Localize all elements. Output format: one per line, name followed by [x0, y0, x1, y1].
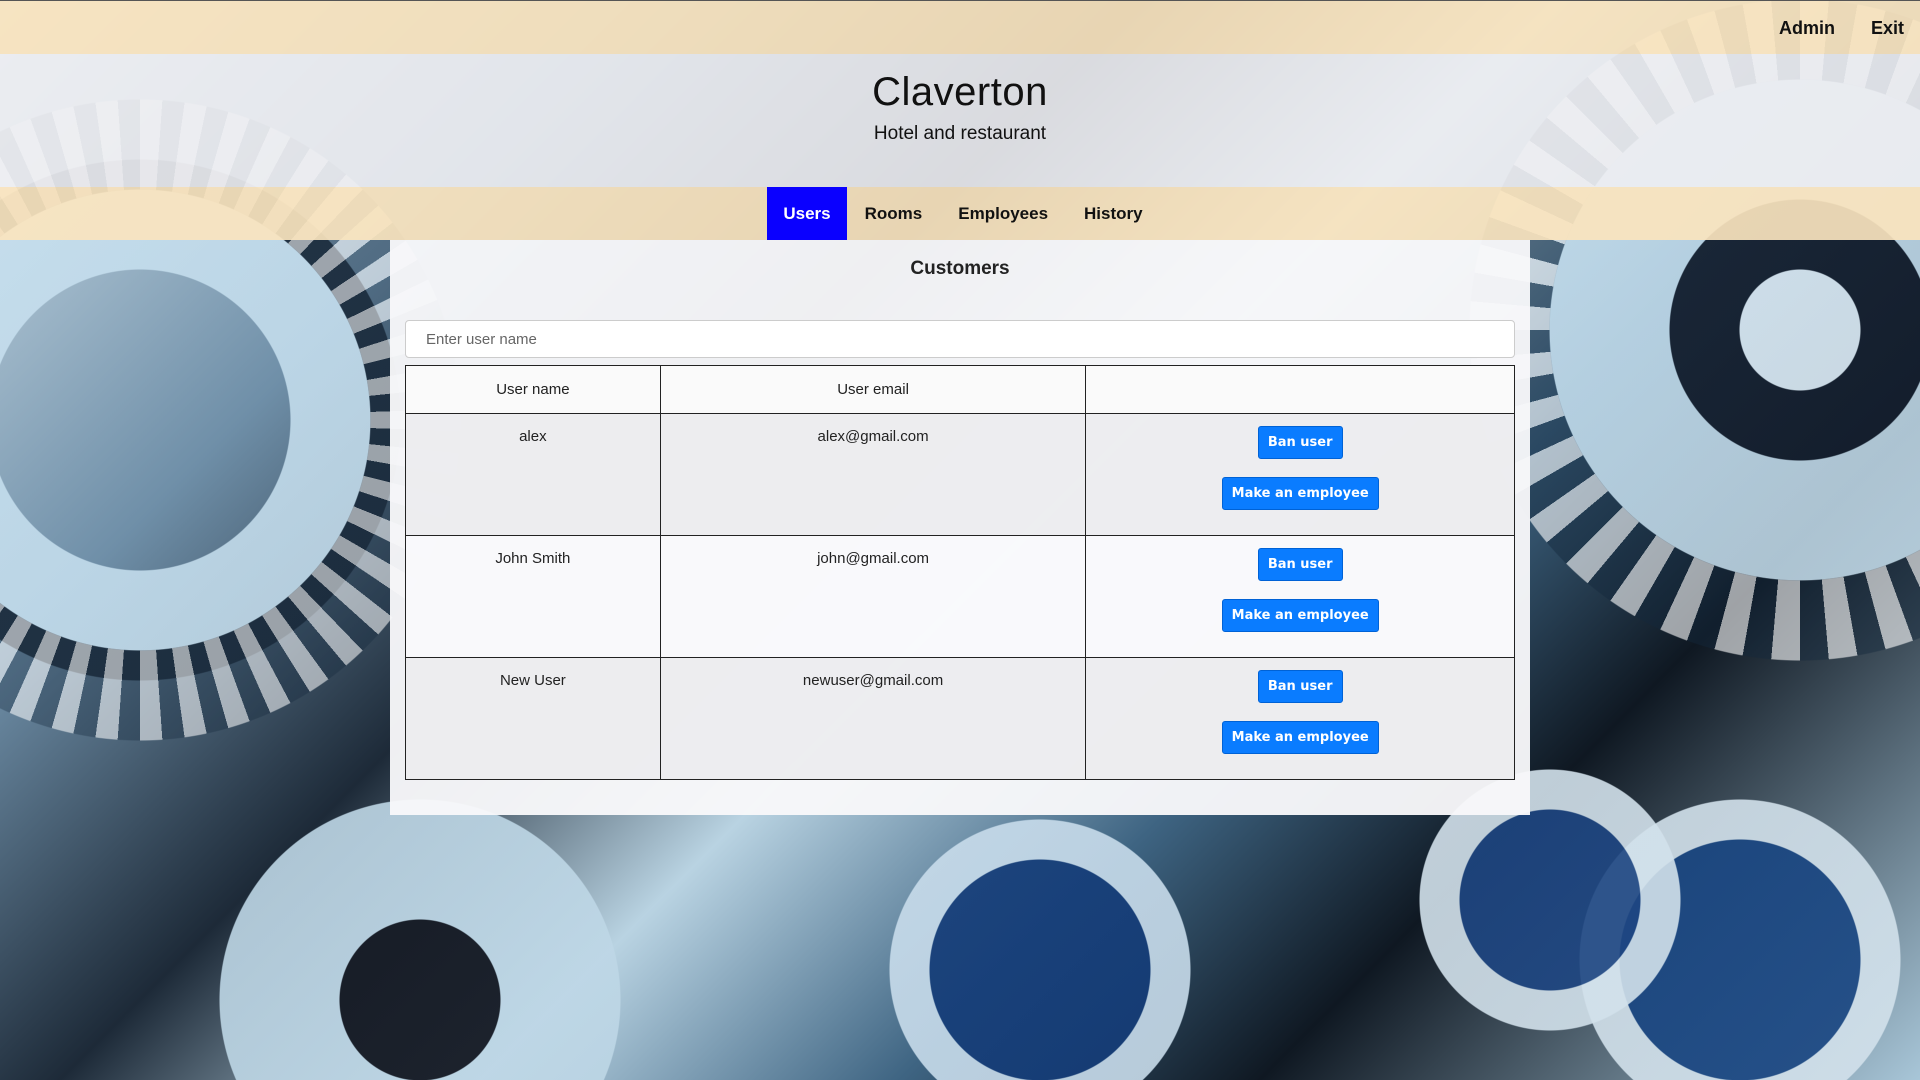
users-table: User name User email alex alex@gmail.com…: [405, 365, 1515, 780]
panel-heading: Customers: [910, 258, 1010, 279]
tab-rooms[interactable]: Rooms: [847, 187, 941, 240]
site-title: Claverton: [872, 70, 1048, 114]
column-header-actions: [1085, 365, 1515, 414]
user-name-cell: John Smith: [405, 535, 661, 658]
user-search-input[interactable]: [405, 320, 1515, 358]
actions-cell: Ban user Make an employee: [1085, 535, 1515, 658]
table-row: John Smith john@gmail.com Ban user Make …: [405, 535, 1515, 658]
user-email-cell: alex@gmail.com: [659, 413, 1087, 536]
page: Admin Exit Claverton Hotel and restauran…: [0, 0, 1920, 1080]
exit-link[interactable]: Exit: [1871, 18, 1904, 39]
customers-panel: Customers User name User email alex alex…: [390, 240, 1530, 815]
make-employee-button[interactable]: Make an employee: [1221, 721, 1379, 754]
make-employee-button[interactable]: Make an employee: [1221, 477, 1379, 510]
site-header: Claverton Hotel and restaurant: [0, 54, 1920, 187]
column-header-user-name: User name: [405, 365, 661, 414]
column-header-user-email: User email: [659, 365, 1087, 414]
tab-employees[interactable]: Employees: [940, 187, 1066, 240]
user-email-cell: newuser@gmail.com: [659, 657, 1087, 780]
ban-user-button[interactable]: Ban user: [1257, 426, 1343, 459]
main-nav: Users Rooms Employees History: [0, 187, 1920, 240]
ban-user-button[interactable]: Ban user: [1257, 548, 1343, 581]
admin-link[interactable]: Admin: [1779, 18, 1835, 39]
user-name-cell: New User: [405, 657, 661, 780]
make-employee-button[interactable]: Make an employee: [1221, 599, 1379, 632]
site-subtitle: Hotel and restaurant: [873, 123, 1047, 144]
top-bar: Admin Exit: [0, 0, 1920, 54]
table-row: alex alex@gmail.com Ban user Make an emp…: [405, 413, 1515, 536]
tab-history[interactable]: History: [1066, 187, 1161, 240]
top-links: Admin Exit: [1779, 1, 1904, 55]
actions-cell: Ban user Make an employee: [1085, 657, 1515, 780]
table-row: New User newuser@gmail.com Ban user Make…: [405, 657, 1515, 780]
ban-user-button[interactable]: Ban user: [1257, 670, 1343, 703]
tab-users[interactable]: Users: [767, 187, 847, 240]
table-header-row: User name User email: [405, 365, 1515, 414]
user-email-cell: john@gmail.com: [659, 535, 1087, 658]
user-name-cell: alex: [405, 413, 661, 536]
actions-cell: Ban user Make an employee: [1085, 413, 1515, 536]
